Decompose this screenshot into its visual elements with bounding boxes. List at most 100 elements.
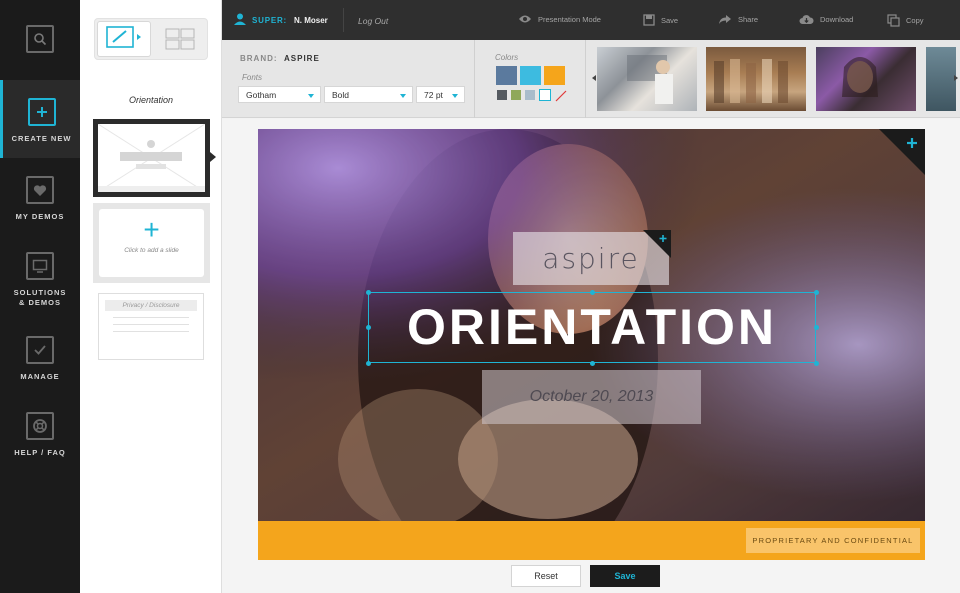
selected-slide-arrow: [210, 152, 216, 162]
slide-date-textbox[interactable]: October 20, 2013: [482, 370, 701, 424]
main-nav-rail: CREATE NEW MY DEMOS SOLUTIONS & DEMOS MA…: [0, 0, 80, 593]
save-top-button[interactable]: Save: [643, 14, 678, 26]
reset-button[interactable]: Reset: [511, 565, 581, 587]
rail-create-new-label: CREATE NEW: [11, 134, 72, 143]
privacy-slide-thumbnail[interactable]: Privacy / Disclosure: [98, 293, 204, 360]
top-bar: SUPER: N. Moser Log Out Presentation Mod…: [222, 0, 960, 40]
brand-toolbar: BRAND: ASPIRE Fonts Gotham Bold 72 pt Co…: [222, 40, 960, 118]
monitor-icon: [26, 252, 54, 280]
share-button[interactable]: Share: [718, 14, 758, 25]
font-size-value: 72 pt: [424, 90, 443, 100]
eye-icon: [518, 14, 532, 24]
cloud-download-icon: [799, 14, 814, 25]
colors-label: Colors: [495, 53, 519, 62]
add-slide-button[interactable]: + Click to add a slide: [93, 203, 210, 283]
resize-handle[interactable]: [814, 325, 819, 330]
presentation-mode-button[interactable]: Presentation Mode: [518, 14, 601, 24]
slide-thumbnail-preview: [97, 123, 206, 193]
rail-search[interactable]: [0, 0, 80, 78]
font-family-select[interactable]: Gotham: [238, 86, 321, 103]
search-icon: [26, 25, 54, 53]
confidential-label[interactable]: PROPRIETARY AND CONFIDENTIAL: [746, 528, 920, 553]
library-photo[interactable]: [926, 47, 956, 111]
resize-handle[interactable]: [814, 361, 819, 366]
copy-label: Copy: [906, 16, 924, 25]
chevron-down-icon: [400, 94, 406, 98]
heart-icon: [26, 176, 54, 204]
font-size-select[interactable]: 72 pt: [416, 86, 465, 103]
text-line: [113, 324, 189, 325]
chevron-down-icon: [308, 94, 314, 98]
secondary-color-swatch-selected[interactable]: [539, 89, 551, 101]
download-button[interactable]: Download: [799, 14, 853, 25]
library-photo[interactable]: [706, 47, 806, 111]
view-mode-switch: [94, 18, 208, 60]
presentation-mode-label: Presentation Mode: [538, 14, 601, 24]
slide-footer-bar: PROPRIETARY AND CONFIDENTIAL: [258, 521, 925, 560]
rail-solutions-demos[interactable]: SOLUTIONS & DEMOS: [0, 234, 80, 320]
fonts-label: Fonts: [242, 73, 263, 82]
font-family-value: Gotham: [246, 90, 277, 100]
divider: [585, 40, 586, 118]
secondary-color-swatch[interactable]: [497, 90, 507, 100]
add-slide-plus-icon: +: [143, 214, 160, 245]
slide-canvas: aspire ORIENTATION October 20, 2013 PROP…: [222, 119, 960, 593]
slide-title-text[interactable]: ORIENTATION: [368, 292, 816, 363]
rail-create-new[interactable]: CREATE NEW: [0, 80, 80, 158]
save-button[interactable]: Save: [590, 565, 660, 587]
primary-color-swatch[interactable]: [544, 66, 565, 85]
logout-link[interactable]: Log Out: [358, 16, 388, 26]
rail-help-label: HELP / FAQ: [14, 448, 66, 457]
divider: [343, 8, 344, 32]
chevron-right-icon[interactable]: [954, 75, 958, 81]
library-photo[interactable]: [816, 47, 916, 111]
rail-manage-label: MANAGE: [20, 372, 60, 381]
rail-my-demos[interactable]: MY DEMOS: [0, 158, 80, 236]
text-line: [113, 317, 189, 318]
rail-manage[interactable]: MANAGE: [0, 320, 80, 398]
secondary-color-swatch[interactable]: [511, 90, 521, 100]
lifebuoy-icon: [26, 412, 54, 440]
current-slide-label: Orientation: [128, 95, 174, 105]
user-name: N. Moser: [294, 16, 328, 25]
secondary-color-swatch[interactable]: [525, 90, 535, 100]
no-color-swatch[interactable]: [555, 89, 567, 102]
textbox-add-corner[interactable]: [643, 230, 671, 258]
resize-handle[interactable]: [366, 361, 371, 366]
resize-handle[interactable]: [590, 290, 595, 295]
add-slide-card: + Click to add a slide: [99, 209, 204, 277]
chevron-left-icon[interactable]: [592, 75, 596, 81]
rail-help-faq[interactable]: HELP / FAQ: [0, 396, 80, 474]
resize-handle[interactable]: [366, 325, 371, 330]
resize-handle[interactable]: [590, 361, 595, 366]
primary-color-swatch[interactable]: [520, 66, 541, 85]
resize-handle[interactable]: [814, 290, 819, 295]
image-library-strip: [590, 45, 960, 113]
share-icon: [718, 14, 732, 25]
copy-icon: [887, 14, 900, 27]
save-icon: [643, 14, 655, 26]
add-slide-text: Click to add a slide: [124, 247, 179, 254]
grid-mode-button[interactable]: [165, 28, 195, 50]
privacy-slide-label: Privacy / Disclosure: [105, 300, 197, 311]
text-line: [113, 331, 189, 332]
user-icon: [234, 13, 246, 27]
font-weight-select[interactable]: Bold: [324, 86, 413, 103]
user-role-label: SUPER:: [252, 16, 288, 25]
rail-my-demos-label: MY DEMOS: [15, 212, 65, 221]
rail-solutions-label: SOLUTIONS & DEMOS: [13, 288, 67, 307]
brand-prefix-label: BRAND:: [240, 54, 278, 63]
slide-add-element-corner[interactable]: [879, 129, 925, 175]
check-icon: [26, 336, 54, 364]
resize-handle[interactable]: [366, 290, 371, 295]
library-photo[interactable]: [597, 47, 697, 111]
download-label: Download: [820, 15, 854, 24]
copy-button[interactable]: Copy: [887, 14, 924, 27]
divider: [474, 40, 475, 118]
primary-color-swatch[interactable]: [496, 66, 517, 85]
grid-icon: [165, 28, 195, 54]
edit-mode-button[interactable]: [97, 21, 151, 57]
slide-thumbnail-panel: Orientation + Click to add a slide Priva…: [80, 0, 222, 593]
plus-icon: [27, 98, 56, 126]
slide-thumbnail-1[interactable]: [93, 119, 210, 197]
